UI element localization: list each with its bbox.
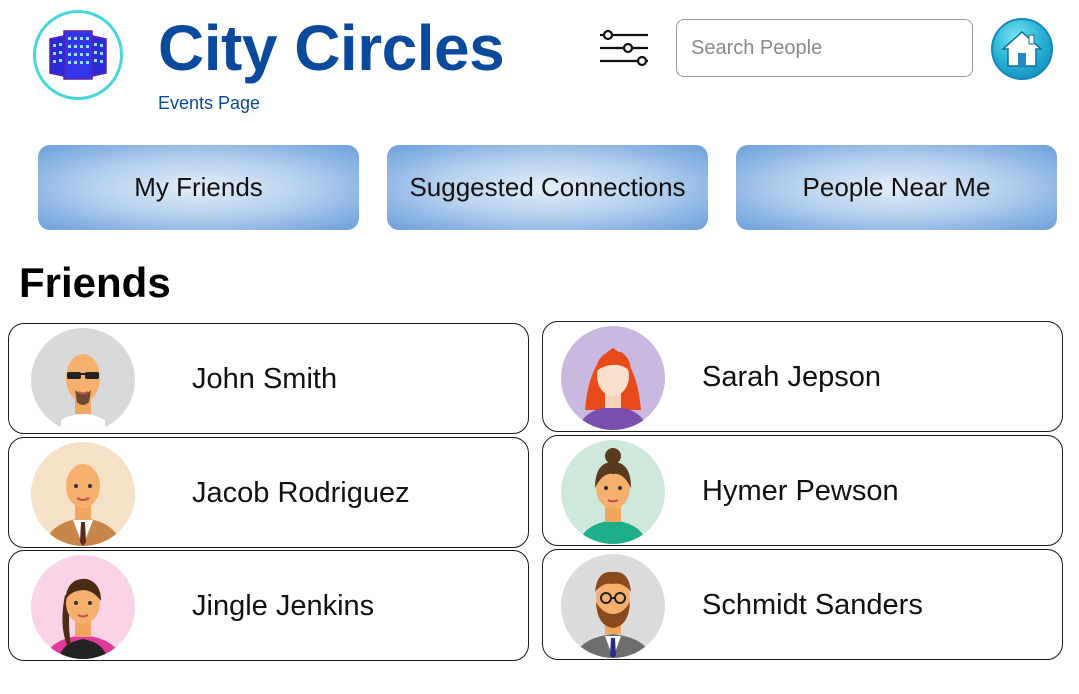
friend-name: Jingle Jenkins [192,590,375,622]
city-logo-icon[interactable] [33,10,123,100]
woman-bun-avatar-icon [561,440,665,544]
friend-name: Schmidt Sanders [702,589,923,621]
bald-man-suit-avatar-icon [31,442,135,546]
woman-ponytail-avatar-icon [31,555,135,659]
search-people-input[interactable] [676,19,973,77]
bearded-man-glasses-avatar-icon [561,554,665,658]
suggested-connections-button[interactable]: Suggested Connections [387,145,708,230]
friend-card[interactable]: Schmidt Sanders [542,549,1063,660]
app-title: City Circles [158,12,505,84]
home-icon[interactable] [991,18,1053,80]
my-friends-button[interactable]: My Friends [38,145,359,230]
friend-name: John Smith [192,363,338,395]
friend-card[interactable]: Hymer Pewson [542,435,1063,546]
friend-card[interactable]: Sarah Jepson [542,321,1063,432]
filter-sliders-icon[interactable] [598,28,650,68]
section-title-friends: Friends [19,259,171,306]
friend-card[interactable]: John Smith [8,323,529,434]
friend-name: Jacob Rodriguez [192,477,410,509]
people-near-me-button[interactable]: People Near Me [736,145,1057,230]
red-haired-woman-avatar-icon [561,326,665,430]
friend-card[interactable]: Jingle Jenkins [8,550,529,661]
friend-name: Hymer Pewson [702,475,899,507]
friend-card[interactable]: Jacob Rodriguez [8,437,529,548]
friend-name: Sarah Jepson [702,361,881,393]
bald-man-sunglasses-avatar-icon [31,328,135,432]
page-subtitle: Events Page [158,93,261,113]
